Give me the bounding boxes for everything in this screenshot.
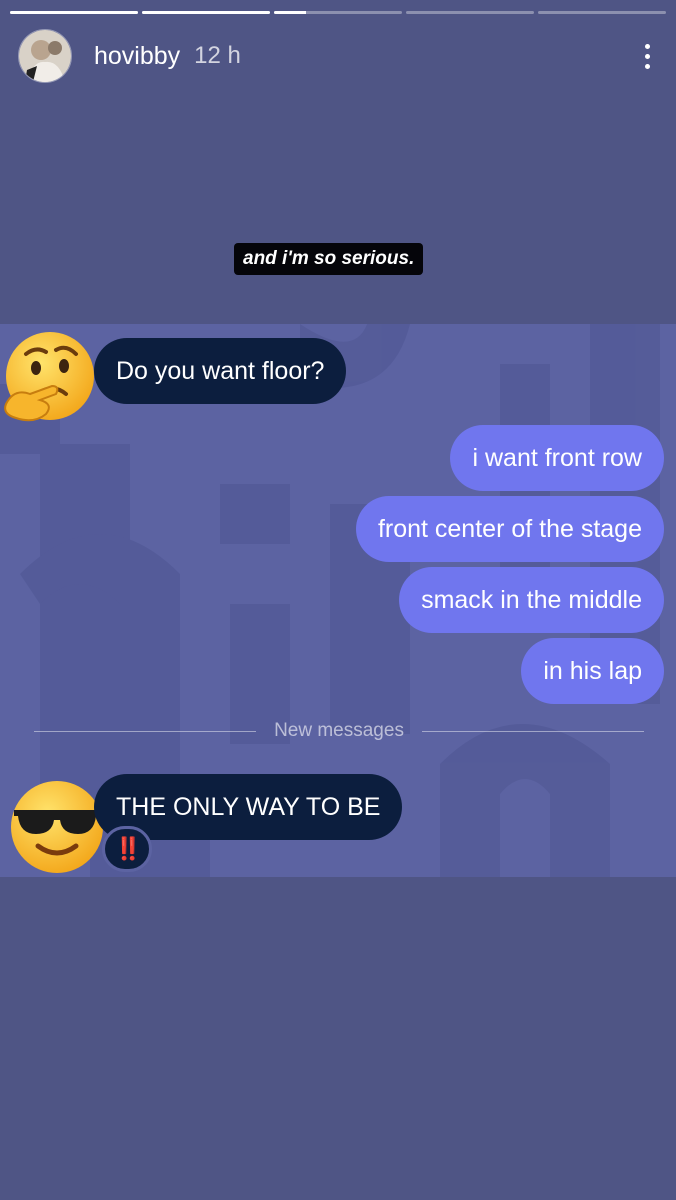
progress-segment [10, 11, 138, 14]
progress-segment [274, 11, 402, 14]
thinking-face-icon [0, 330, 96, 426]
more-vertical-icon[interactable] [639, 40, 656, 73]
story-header: hovibby 12 h [18, 29, 656, 83]
outgoing-message[interactable]: in his lap [521, 638, 664, 704]
story-progress [10, 11, 666, 14]
new-messages-divider: New messages [34, 720, 645, 742]
outgoing-message[interactable]: smack in the middle [399, 567, 664, 633]
divider-label: New messages [274, 720, 404, 741]
avatar[interactable] [18, 29, 72, 83]
progress-segment [406, 11, 534, 14]
outgoing-message[interactable]: front center of the stage [355, 496, 664, 562]
progress-segment [538, 11, 666, 14]
progress-segment [142, 11, 270, 14]
username[interactable]: hovibby [94, 42, 180, 71]
outgoing-message[interactable]: i want front row [450, 425, 664, 491]
story-caption: and i'm so serious. [234, 243, 424, 275]
post-time: 12 h [194, 42, 241, 69]
incoming-message[interactable]: Do you want floor? [94, 338, 347, 404]
double-exclamation-reaction[interactable]: ‼️ [102, 826, 152, 872]
sunglasses-face-icon [8, 778, 106, 876]
